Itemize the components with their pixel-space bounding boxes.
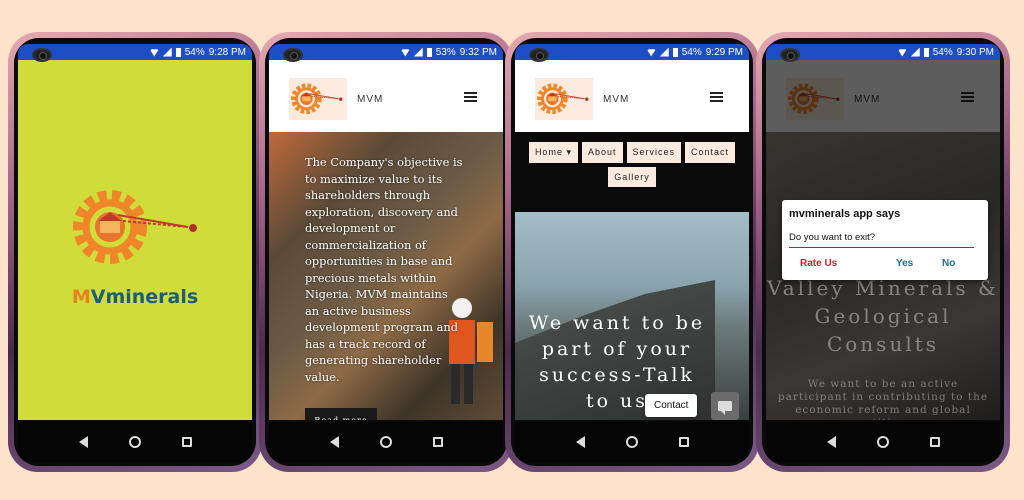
read-more-button[interactable]: Read more <box>305 408 377 420</box>
about-text: The Company's objective is to maximize v… <box>305 155 463 384</box>
status-bar: 53% 9:32 PM <box>269 44 503 60</box>
battery-percent: 53% <box>435 46 456 58</box>
site-header: MVM <box>269 60 503 132</box>
hamburger-menu-icon[interactable] <box>464 92 477 102</box>
hero-banner: We want to be part of your success-Talk … <box>515 212 749 420</box>
dialog-title: mvminerals app says <box>789 208 901 220</box>
chat-button[interactable] <box>711 392 739 420</box>
wifi-icon <box>149 49 159 57</box>
about-hero: The Company's objective is to maximize v… <box>269 132 503 420</box>
home-icon[interactable] <box>876 436 889 448</box>
wifi-icon <box>897 49 907 57</box>
wifi-icon <box>646 49 656 57</box>
dialog-divider <box>789 247 974 248</box>
android-nav-bar <box>515 422 749 462</box>
site-name: MVM <box>357 94 384 105</box>
recent-apps-icon[interactable] <box>678 437 689 447</box>
menu-item-contact[interactable]: Contact <box>685 142 736 163</box>
battery-icon <box>175 47 181 57</box>
battery-percent: 54% <box>184 46 205 58</box>
mvm-logo-icon[interactable] <box>535 78 593 120</box>
home-icon[interactable] <box>379 436 392 448</box>
wifi-icon <box>400 49 410 57</box>
camera-icon <box>32 48 52 62</box>
menu-item-services[interactable]: Services <box>626 142 682 163</box>
back-icon[interactable] <box>826 436 836 448</box>
yes-button[interactable]: Yes <box>896 258 913 269</box>
android-nav-bar <box>766 422 1000 462</box>
menu-item-gallery[interactable]: Gallery <box>608 167 656 187</box>
site-name: MVM <box>603 94 630 105</box>
no-button[interactable]: No <box>942 258 955 269</box>
nav-menu: Home ▾ About Services Contact Gallery <box>525 142 739 187</box>
camera-icon <box>780 48 800 62</box>
phone-about: 53% 9:32 PM MVM The Company's objective … <box>259 32 513 472</box>
recent-apps-icon[interactable] <box>432 437 443 447</box>
status-bar: 54% 9:30 PM <box>766 44 1000 60</box>
phone-exit-dialog: 54% 9:30 PM MVM Valley Minerals & Geolog… <box>756 32 1010 472</box>
clock: 9:29 PM <box>705 46 743 58</box>
recent-apps-icon[interactable] <box>181 437 192 447</box>
battery-icon <box>923 47 929 57</box>
signal-icon <box>413 47 423 57</box>
menu-item-home[interactable]: Home ▾ <box>528 142 578 163</box>
back-icon[interactable] <box>575 436 585 448</box>
camera-icon <box>529 48 549 62</box>
status-bar: 54% 9:28 PM <box>18 44 252 60</box>
battery-percent: 54% <box>932 46 953 58</box>
brand-name: MVminerals <box>71 286 199 308</box>
contact-popup[interactable]: Contact <box>645 394 698 417</box>
android-nav-bar <box>269 422 503 462</box>
exit-dialog: mvminerals app says Do you want to exit?… <box>782 200 988 280</box>
menu-item-about[interactable]: About <box>581 142 623 163</box>
signal-icon <box>162 47 172 57</box>
splash-screen: MVminerals <box>18 60 252 420</box>
clock: 9:30 PM <box>956 46 994 58</box>
camera-icon <box>283 48 303 62</box>
battery-percent: 54% <box>681 46 702 58</box>
back-icon[interactable] <box>78 436 88 448</box>
rate-us-button[interactable]: Rate Us <box>800 258 837 269</box>
chat-icon <box>718 401 732 415</box>
mvm-logo-icon[interactable] <box>289 78 347 120</box>
dialog-message: Do you want to exit? <box>789 232 876 243</box>
hamburger-menu-icon[interactable] <box>710 92 723 102</box>
status-bar: 54% 9:29 PM <box>515 44 749 60</box>
battery-icon <box>426 47 432 57</box>
phone-menu: 54% 9:29 PM MVM Home ▾ About Services Co… <box>505 32 759 472</box>
signal-icon <box>910 47 920 57</box>
site-header: MVM <box>515 60 749 132</box>
home-icon[interactable] <box>128 436 141 448</box>
signal-icon <box>659 47 669 57</box>
clock: 9:32 PM <box>459 46 497 58</box>
android-nav-bar <box>18 422 252 462</box>
back-icon[interactable] <box>329 436 339 448</box>
clock: 9:28 PM <box>208 46 246 58</box>
mvm-logo-icon <box>68 185 208 270</box>
battery-icon <box>672 47 678 57</box>
recent-apps-icon[interactable] <box>929 437 940 447</box>
phone-splash: 54% 9:28 PM MVminerals <box>8 32 262 472</box>
home-icon[interactable] <box>625 436 638 448</box>
